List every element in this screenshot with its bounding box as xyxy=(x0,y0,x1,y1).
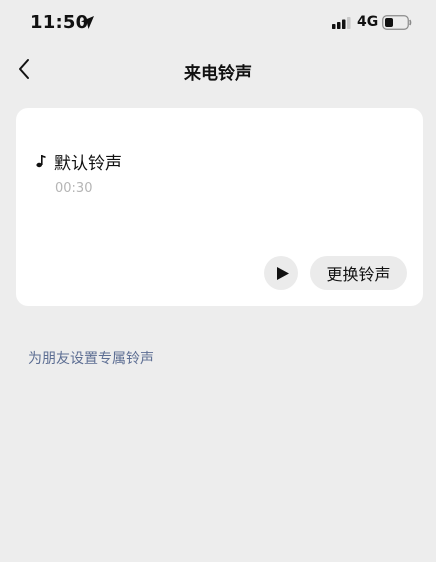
ringtone-card: 默认铃声 00:30 更换铃声 xyxy=(16,108,423,306)
change-ringtone-button[interactable]: 更换铃声 xyxy=(310,256,407,290)
status-bar: 11:50 4G xyxy=(0,0,436,46)
play-icon xyxy=(276,266,289,280)
nav-bar: 来电铃声 xyxy=(0,46,436,92)
ringtone-name: 默认铃声 xyxy=(54,154,122,174)
signal-icon xyxy=(332,17,351,29)
screen: 11:50 4G 来电铃声 默认铃声 00:30 更换铃声 为朋友设置专属铃声 xyxy=(0,0,436,562)
page-title: 来电铃声 xyxy=(184,64,252,84)
friend-ringtone-link[interactable]: 为朋友设置专属铃声 xyxy=(28,348,154,368)
music-note-icon xyxy=(36,155,46,168)
play-button[interactable] xyxy=(264,256,298,290)
ringtone-duration: 00:30 xyxy=(55,181,93,196)
network-label: 4G xyxy=(357,14,379,30)
location-arrow-icon xyxy=(81,16,94,29)
battery-icon xyxy=(382,15,412,30)
